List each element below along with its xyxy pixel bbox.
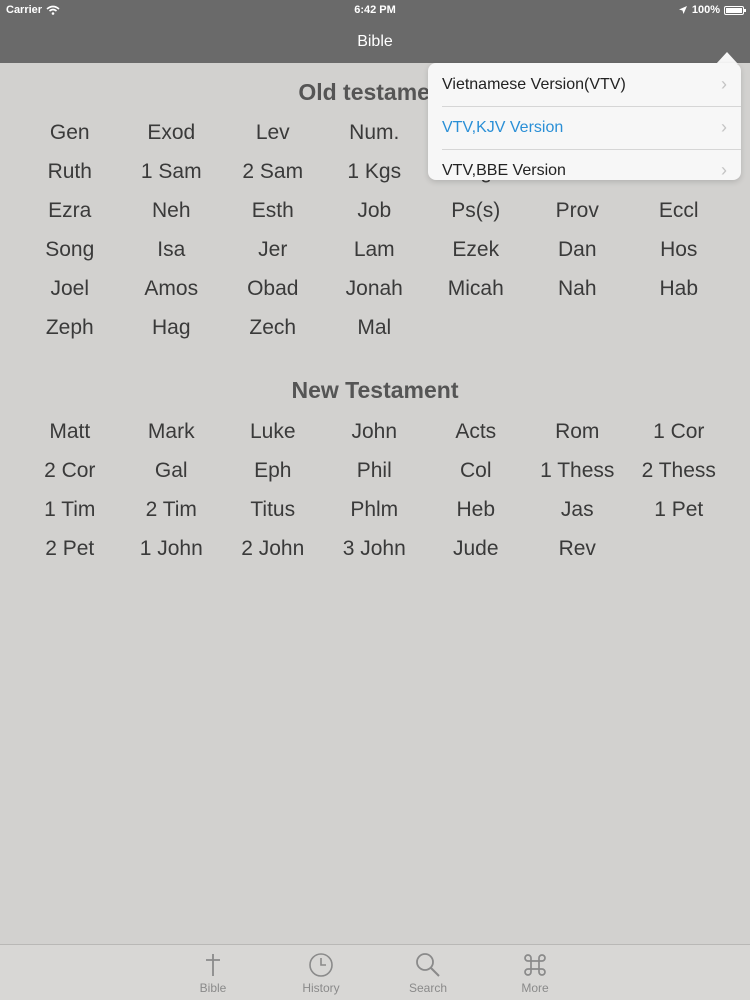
book-item[interactable]: 1 John bbox=[121, 529, 223, 568]
tab-label: Search bbox=[408, 981, 448, 995]
book-item[interactable]: Isa bbox=[121, 230, 223, 269]
tab-label: History bbox=[302, 981, 340, 995]
book-item[interactable]: 1 Sam bbox=[121, 152, 223, 191]
book-item[interactable]: Ezek bbox=[425, 230, 527, 269]
version-popover: Vietnamese Version(VTV) › VTV,KJV Version ›… bbox=[428, 63, 741, 180]
book-item[interactable]: 2 John bbox=[222, 529, 324, 568]
version-option-label: VTV,KJV Version bbox=[442, 119, 564, 136]
book-item[interactable]: Jonah bbox=[324, 269, 426, 308]
book-item[interactable]: Song bbox=[19, 230, 121, 269]
battery-icon bbox=[724, 5, 746, 15]
book-item[interactable]: Num. bbox=[324, 113, 426, 152]
page-title: Bible bbox=[357, 33, 393, 50]
navigation-bar: Bible bbox=[0, 22, 750, 63]
book-item[interactable]: 1 Cor bbox=[628, 412, 730, 451]
book-item[interactable]: Eccl bbox=[628, 191, 730, 230]
book-item[interactable]: Mal bbox=[324, 308, 426, 347]
book-item[interactable]: Acts bbox=[425, 412, 527, 451]
tab-label: More bbox=[521, 981, 549, 995]
tab-bible[interactable]: Bible bbox=[173, 945, 253, 1000]
book-item[interactable]: Luke bbox=[222, 412, 324, 451]
search-icon bbox=[416, 953, 440, 977]
new-testament-grid: Matt Mark Luke John Acts Rom 1 Cor 2 Cor Gal Eph P… bbox=[19, 412, 730, 568]
book-item[interactable]: Micah bbox=[425, 269, 527, 308]
tab-search[interactable]: Search bbox=[388, 945, 468, 1000]
book-item[interactable]: Col bbox=[425, 451, 527, 490]
book-item[interactable]: Obad bbox=[222, 269, 324, 308]
location-icon bbox=[678, 6, 687, 14]
book-item[interactable]: Ps(s) bbox=[425, 191, 527, 230]
chevron-right-icon: › bbox=[721, 74, 727, 94]
tab-bar: Bible History Search More bbox=[0, 944, 750, 1000]
battery-percent: 100% bbox=[691, 4, 720, 16]
book-item[interactable]: 3 John bbox=[324, 529, 426, 568]
clock-icon bbox=[309, 953, 333, 977]
new-testament-title: New Testament bbox=[291, 377, 459, 403]
book-item[interactable]: Jude bbox=[425, 529, 527, 568]
book-item[interactable]: Matt bbox=[19, 412, 121, 451]
version-option[interactable]: VTV,BBE Version › bbox=[428, 149, 741, 180]
book-item[interactable]: 2 Pet bbox=[19, 529, 121, 568]
book-item[interactable]: 1 Kgs bbox=[324, 152, 426, 191]
book-item[interactable]: Prov bbox=[527, 191, 629, 230]
book-item[interactable]: 2 Tim bbox=[121, 490, 223, 529]
version-option[interactable]: Vietnamese Version(VTV) › bbox=[428, 63, 741, 106]
book-item[interactable]: Exod bbox=[121, 113, 223, 152]
book-item[interactable]: Heb bbox=[425, 490, 527, 529]
book-item[interactable]: 1 Tim bbox=[19, 490, 121, 529]
book-item[interactable]: Eph bbox=[222, 451, 324, 490]
chevron-right-icon: › bbox=[721, 117, 727, 137]
tab-label: Bible bbox=[199, 981, 227, 995]
book-item[interactable]: Mark bbox=[121, 412, 223, 451]
book-item[interactable]: Gal bbox=[121, 451, 223, 490]
book-item[interactable]: Nah bbox=[527, 269, 629, 308]
book-item[interactable]: Lev bbox=[222, 113, 324, 152]
book-item[interactable]: Titus bbox=[222, 490, 324, 529]
book-item[interactable]: 2 Thess bbox=[628, 451, 730, 490]
status-bar: Carrier 6:42 PM 100% bbox=[0, 0, 750, 22]
status-time: 6:42 PM bbox=[354, 4, 396, 16]
book-item[interactable]: Rom bbox=[527, 412, 629, 451]
book-item[interactable]: 1 Pet bbox=[628, 490, 730, 529]
book-item[interactable]: Phil bbox=[324, 451, 426, 490]
book-item[interactable]: Ruth bbox=[19, 152, 121, 191]
book-item[interactable]: Esth bbox=[222, 191, 324, 230]
tab-history[interactable]: History bbox=[281, 945, 361, 1000]
command-icon bbox=[524, 954, 546, 976]
book-item[interactable]: 2 Sam bbox=[222, 152, 324, 191]
book-item[interactable]: Hos bbox=[628, 230, 730, 269]
book-item[interactable]: John bbox=[324, 412, 426, 451]
book-item[interactable]: Zech bbox=[222, 308, 324, 347]
book-item[interactable]: Lam bbox=[324, 230, 426, 269]
book-item[interactable]: Rev bbox=[527, 529, 629, 568]
book-item[interactable]: Ezra bbox=[19, 191, 121, 230]
tab-more[interactable]: More bbox=[495, 945, 575, 1000]
book-item[interactable]: Gen bbox=[19, 113, 121, 152]
book-item[interactable]: Joel bbox=[19, 269, 121, 308]
book-index: Old testament GenExodLevNum.DeutJoshJudg… bbox=[0, 63, 750, 944]
version-option-label: VTV,BBE Version bbox=[442, 162, 566, 179]
book-item[interactable]: Job bbox=[324, 191, 426, 230]
book-item[interactable]: Jas bbox=[527, 490, 629, 529]
book-item[interactable]: Phlm bbox=[324, 490, 426, 529]
book-item[interactable]: Zeph bbox=[19, 308, 121, 347]
version-option[interactable]: VTV,KJV Version › bbox=[428, 106, 741, 149]
book-item[interactable]: Jer bbox=[222, 230, 324, 269]
chevron-right-icon: › bbox=[721, 160, 727, 180]
version-option-label: Vietnamese Version(VTV) bbox=[442, 76, 626, 93]
book-item[interactable]: Dan bbox=[527, 230, 629, 269]
book-item[interactable]: Amos bbox=[121, 269, 223, 308]
book-item[interactable]: Hab bbox=[628, 269, 730, 308]
book-item[interactable]: Neh bbox=[121, 191, 223, 230]
book-item[interactable]: 1 Thess bbox=[527, 451, 629, 490]
book-item[interactable]: 2 Cor bbox=[19, 451, 121, 490]
book-item[interactable]: Hag bbox=[121, 308, 223, 347]
cross-icon bbox=[206, 954, 220, 976]
